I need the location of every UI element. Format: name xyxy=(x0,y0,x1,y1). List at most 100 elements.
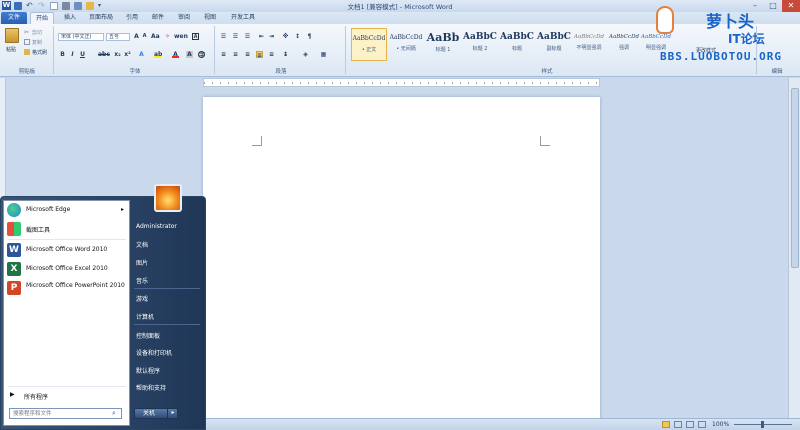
clear-format-icon[interactable]: ✧ xyxy=(164,33,171,40)
align-left-icon[interactable]: ≡ xyxy=(220,51,227,58)
start-item-administrator[interactable]: Administrator xyxy=(136,223,177,230)
start-item-games[interactable]: 游戏 xyxy=(136,294,148,303)
bold-button[interactable]: B xyxy=(59,51,66,58)
superscript-button[interactable]: x² xyxy=(124,51,131,58)
text-effects-button[interactable]: A xyxy=(138,51,145,58)
cut-icon[interactable]: ✂ xyxy=(24,29,29,36)
italic-button[interactable]: I xyxy=(69,51,76,58)
tab-mailings[interactable]: 邮件 xyxy=(146,12,170,24)
decrease-indent-icon[interactable]: ⇤ xyxy=(258,33,265,40)
zoom-level[interactable]: 100% xyxy=(712,421,729,428)
print-layout-view-icon[interactable] xyxy=(662,421,670,428)
numbering-icon[interactable]: ☰ xyxy=(232,33,239,40)
copy-button[interactable]: 复制 xyxy=(32,39,42,46)
start-search-input[interactable]: 搜索程序和文件 xyxy=(9,408,122,419)
search-icon[interactable]: ⌕ xyxy=(112,409,116,418)
paste-icon[interactable] xyxy=(5,28,19,43)
justify-icon[interactable]: ≡ xyxy=(256,51,263,59)
tab-file[interactable]: 文件 xyxy=(1,12,27,24)
maximize-button[interactable]: □ xyxy=(764,0,782,12)
font-size-dropdown[interactable]: 五号 xyxy=(106,33,130,41)
program-snipping-tool[interactable]: 截图工具 xyxy=(4,221,129,239)
style-emphasis[interactable]: AaBbCcDd 强调 xyxy=(606,28,642,61)
enclose-char-icon[interactable]: 字 xyxy=(198,51,205,59)
font-name-dropdown[interactable]: 宋体 (中文正) xyxy=(58,33,104,41)
increase-indent-icon[interactable]: ⇥ xyxy=(268,33,275,40)
show-marks-icon[interactable]: ¶ xyxy=(306,33,313,40)
style-subtle-emphasis[interactable]: AaBbCcDd 不明显强调 xyxy=(570,28,608,61)
cut-button[interactable]: 剪切 xyxy=(32,29,42,36)
user-avatar[interactable] xyxy=(154,184,182,212)
format-painter-button[interactable]: 格式刷 xyxy=(32,49,47,56)
horizontal-ruler[interactable] xyxy=(203,78,600,87)
tab-page-layout[interactable]: 页面布局 xyxy=(84,12,118,24)
style-subtitle[interactable]: AaBbC 副标题 xyxy=(536,28,572,61)
borders-icon[interactable]: ▦ xyxy=(320,51,327,58)
clipboard-group-label: 剪贴板 xyxy=(18,69,36,75)
program-excel[interactable]: X Microsoft Office Excel 2010 xyxy=(4,261,129,279)
shading-icon[interactable]: ◈ xyxy=(302,51,309,58)
line-spacing-icon[interactable]: ↨ xyxy=(282,51,289,58)
align-center-icon[interactable]: ≡ xyxy=(232,51,239,58)
style-heading-2[interactable]: AaBbC 标题 2 xyxy=(462,28,498,61)
web-layout-view-icon[interactable] xyxy=(686,421,694,428)
all-programs-button[interactable]: 所有程序 xyxy=(24,392,48,401)
start-item-computer[interactable]: 计算机 xyxy=(136,312,154,321)
underline-button[interactable]: U xyxy=(79,51,86,58)
font-color-button[interactable]: A xyxy=(172,51,179,58)
start-item-default-programs[interactable]: 默认程序 xyxy=(136,366,160,375)
style-title[interactable]: AaBbC 标题 xyxy=(499,28,535,61)
full-screen-view-icon[interactable] xyxy=(674,421,682,428)
format-painter-icon[interactable] xyxy=(24,49,30,55)
start-item-pictures[interactable]: 图片 xyxy=(136,258,148,267)
multilevel-list-icon[interactable]: ☰ xyxy=(244,33,251,40)
style-normal[interactable]: AaBbCcDd • 正文 xyxy=(351,28,387,61)
change-case-button[interactable]: Aa xyxy=(151,33,160,40)
right-pane-separator-2 xyxy=(134,324,200,325)
submenu-arrow-icon: ▸ xyxy=(121,206,125,213)
outline-view-icon[interactable] xyxy=(698,421,706,428)
highlight-icon[interactable]: ab xyxy=(154,51,162,58)
word-icon: W xyxy=(7,243,21,257)
start-item-control-panel[interactable]: 控制面板 xyxy=(136,331,160,340)
start-item-music[interactable]: 音乐 xyxy=(136,276,148,285)
styles-group-label: 样式 xyxy=(541,69,553,75)
paste-button[interactable]: 粘贴 xyxy=(6,46,16,53)
tab-references[interactable]: 引用 xyxy=(120,12,144,24)
style-heading-1[interactable]: AaBb 标题 1 xyxy=(425,28,461,61)
tab-insert[interactable]: 插入 xyxy=(58,12,82,24)
phonetic-guide-icon[interactable]: wen xyxy=(174,33,188,40)
start-item-help-support[interactable]: 帮助和支持 xyxy=(136,383,166,392)
subscript-button[interactable]: x₂ xyxy=(114,51,121,58)
program-word[interactable]: W Microsoft Office Word 2010 xyxy=(4,242,129,260)
excel-icon: X xyxy=(7,262,21,276)
shrink-font-button[interactable]: A xyxy=(141,33,148,40)
paragraph-group-label: 段落 xyxy=(275,69,287,75)
chinese-layout-icon[interactable]: ※ xyxy=(282,33,289,40)
program-edge[interactable]: Microsoft Edge ▸ xyxy=(4,202,129,220)
strikethrough-button[interactable]: abc xyxy=(98,51,110,58)
copy-icon[interactable] xyxy=(24,39,30,45)
tab-home[interactable]: 开始 xyxy=(30,12,54,24)
tab-view[interactable]: 视图 xyxy=(198,12,222,24)
all-programs-separator xyxy=(8,386,126,387)
char-border-icon[interactable]: A xyxy=(192,33,199,40)
document-page[interactable] xyxy=(203,97,600,430)
start-item-documents[interactable]: 文档 xyxy=(136,240,148,249)
char-shading-icon[interactable]: A xyxy=(186,51,193,58)
grow-font-button[interactable]: A xyxy=(133,33,140,40)
tab-developer[interactable]: 开发工具 xyxy=(226,12,260,24)
style-no-spacing[interactable]: AaBbCcDd • 无间隔 xyxy=(388,28,424,61)
zoom-slider[interactable] xyxy=(734,421,792,428)
bullets-icon[interactable]: ☰ xyxy=(220,33,227,40)
distribute-icon[interactable]: ≡ xyxy=(268,51,275,58)
powerpoint-icon: P xyxy=(7,281,21,295)
close-button[interactable]: ✕ xyxy=(782,0,800,12)
shutdown-options-button[interactable]: ▸ xyxy=(167,408,178,419)
align-right-icon[interactable]: ≡ xyxy=(244,51,251,58)
start-item-devices-printers[interactable]: 设备和打印机 xyxy=(136,348,172,357)
program-powerpoint[interactable]: P Microsoft Office PowerPoint 2010 xyxy=(4,280,129,302)
sort-icon[interactable]: ↕ xyxy=(294,33,301,40)
tab-review[interactable]: 审阅 xyxy=(172,12,196,24)
vertical-scrollbar[interactable] xyxy=(788,78,800,418)
